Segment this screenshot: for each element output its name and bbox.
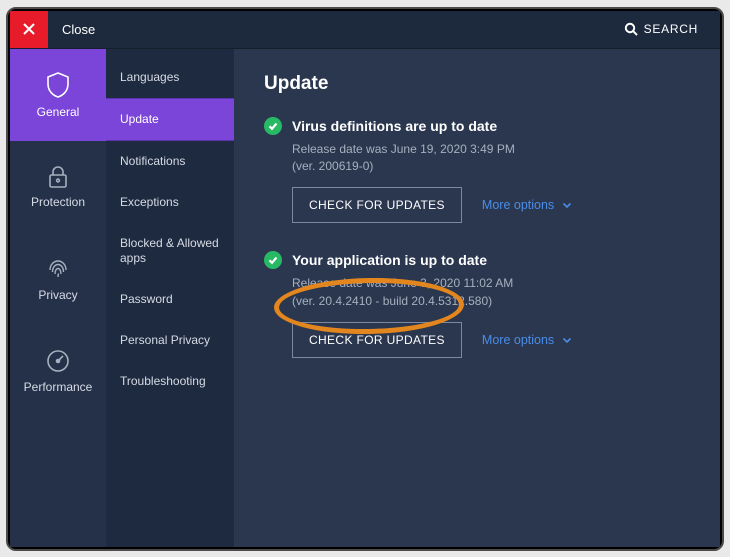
- status-badge-ok: [264, 251, 282, 269]
- menu-exceptions[interactable]: Exceptions: [106, 182, 234, 223]
- primary-nav: General Protection: [10, 49, 106, 547]
- menu-password[interactable]: Password: [106, 279, 234, 320]
- lock-icon: [47, 165, 69, 189]
- close-label[interactable]: Close: [48, 11, 109, 48]
- more-options-label: More options: [482, 333, 554, 347]
- page-title: Update: [264, 73, 690, 95]
- secondary-nav: Languages Update Notifications Exception…: [106, 49, 234, 547]
- topbar-spacer: [109, 11, 601, 48]
- close-icon-button[interactable]: [10, 11, 48, 48]
- search-button[interactable]: SEARCH: [602, 11, 720, 48]
- device-bezel: Close SEARCH General: [6, 7, 724, 551]
- check-for-updates-button[interactable]: CHECK FOR UPDATES: [292, 187, 462, 223]
- nav-performance-label: Performance: [24, 380, 93, 394]
- section-actions: CHECK FOR UPDATES More options: [292, 322, 690, 358]
- nav-protection[interactable]: Protection: [10, 141, 106, 233]
- topbar: Close SEARCH: [10, 11, 720, 49]
- menu-update[interactable]: Update: [106, 98, 234, 141]
- section-virus-defs: Virus definitions are up to date Release…: [264, 117, 690, 224]
- section-head: Your application is up to date: [264, 251, 690, 269]
- section-actions: CHECK FOR UPDATES More options: [292, 187, 690, 223]
- nav-general[interactable]: General: [10, 49, 106, 141]
- close-icon: [22, 22, 36, 36]
- more-options-link[interactable]: More options: [482, 333, 572, 347]
- more-options-label: More options: [482, 198, 554, 212]
- menu-languages[interactable]: Languages: [106, 57, 234, 98]
- nav-privacy-label: Privacy: [38, 288, 77, 302]
- chevron-down-icon: [562, 335, 572, 345]
- nav-protection-label: Protection: [31, 195, 85, 209]
- menu-personal-privacy[interactable]: Personal Privacy: [106, 320, 234, 361]
- nav-general-label: General: [37, 105, 80, 119]
- status-badge-ok: [264, 117, 282, 135]
- menu-troubleshooting[interactable]: Troubleshooting: [106, 361, 234, 402]
- fingerprint-icon: [45, 256, 71, 282]
- section-head: Virus definitions are up to date: [264, 117, 690, 135]
- check-icon: [267, 254, 279, 266]
- nav-performance[interactable]: Performance: [10, 325, 106, 417]
- section-meta: Release date was June 3, 2020 11:02 AM (…: [292, 275, 690, 310]
- app-window: Close SEARCH General: [10, 11, 720, 547]
- section-title: Your application is up to date: [292, 252, 487, 268]
- search-label: SEARCH: [644, 22, 698, 36]
- gauge-icon: [45, 348, 71, 374]
- check-icon: [267, 120, 279, 132]
- shield-icon: [45, 71, 71, 99]
- menu-notifications[interactable]: Notifications: [106, 141, 234, 182]
- more-options-link[interactable]: More options: [482, 198, 572, 212]
- search-icon: [624, 22, 638, 36]
- body: General Protection: [10, 49, 720, 547]
- section-application: Your application is up to date Release d…: [264, 251, 690, 358]
- section-meta: Release date was June 19, 2020 3:49 PM (…: [292, 141, 690, 176]
- chevron-down-icon: [562, 200, 572, 210]
- nav-privacy[interactable]: Privacy: [10, 233, 106, 325]
- check-for-updates-button[interactable]: CHECK FOR UPDATES: [292, 322, 462, 358]
- main-panel: Update Virus definitions are up to date …: [234, 49, 720, 547]
- menu-blocked-allowed[interactable]: Blocked & Allowed apps: [106, 223, 234, 279]
- section-title: Virus definitions are up to date: [292, 118, 497, 134]
